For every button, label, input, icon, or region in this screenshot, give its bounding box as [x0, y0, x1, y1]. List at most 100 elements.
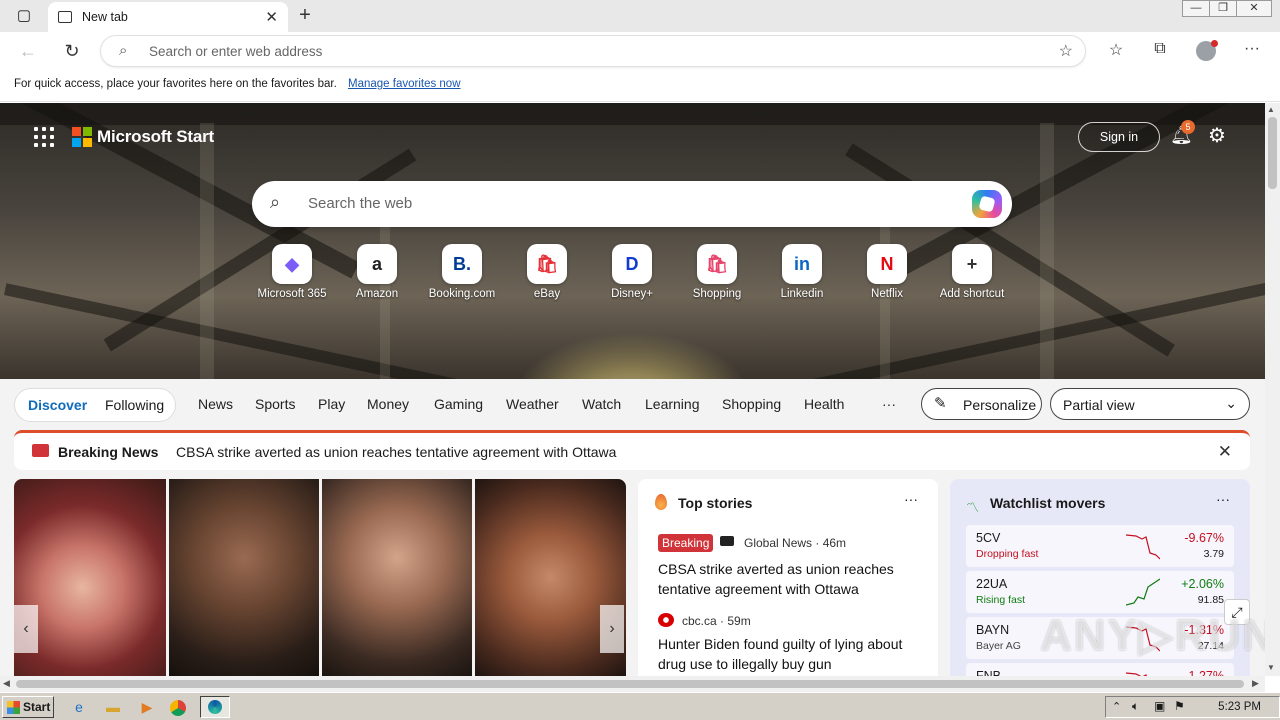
watermark-logo: ANY▷RUN [1040, 611, 1277, 660]
ie-icon[interactable]: e [68, 697, 90, 717]
shortcut-8[interactable]: + Add shortcut [934, 244, 1010, 300]
shortcut-label: Amazon [355, 288, 399, 300]
manage-favorites-link[interactable]: Manage favorites now [348, 78, 461, 90]
nav-item-play[interactable]: Play [318, 396, 345, 412]
carousel-prev-button[interactable]: ‹ [14, 605, 38, 653]
minimize-button[interactable]: — [1182, 0, 1210, 17]
tab-following[interactable]: Following [105, 397, 164, 413]
gear-icon[interactable]: ⚙ [1208, 123, 1226, 148]
media-player-icon[interactable]: ▶ [136, 697, 158, 717]
nav-item-learning[interactable]: Learning [645, 396, 700, 412]
shortcut-7[interactable]: N Netflix [849, 244, 925, 300]
shortcut-icon: B. [442, 244, 482, 284]
shortcut-label: Disney+ [611, 288, 653, 300]
scroll-up-icon[interactable]: ▲ [1267, 105, 1275, 114]
watchlist-title: Watchlist movers [990, 495, 1106, 511]
scroll-right-icon[interactable]: ▶ [1252, 678, 1259, 689]
personalize-icon: ✎ [934, 395, 947, 412]
chevron-down-icon: ⌄ [1225, 395, 1237, 411]
more-options-icon[interactable]: ··· [1216, 491, 1230, 507]
top-stories-title: Top stories [678, 495, 753, 511]
hero-carousel[interactable]: ‹ › [14, 479, 626, 676]
stock-row[interactable]: 22UA Rising fast +2.06% 91.85 [966, 571, 1234, 613]
nav-item-sports[interactable]: Sports [255, 396, 295, 412]
favorites-message: For quick access, place your favorites h… [14, 78, 337, 90]
sparkline [1126, 578, 1160, 606]
breaking-news-banner[interactable]: Breaking News CBSA strike averted as uni… [14, 430, 1250, 470]
favorites-icon[interactable]: ☆ [1104, 40, 1128, 62]
scroll-thumb[interactable] [16, 680, 1244, 688]
tab-actions-icon[interactable]: ▢ [10, 6, 38, 26]
brand-title[interactable]: Microsoft Start [97, 127, 214, 147]
app-launcher-icon[interactable] [34, 127, 54, 147]
view-select[interactable]: Partial view ⌄ [1050, 388, 1250, 420]
nav-item-health[interactable]: Health [804, 396, 844, 412]
scroll-down-icon[interactable]: ▼ [1267, 663, 1275, 672]
nav-item-money[interactable]: Money [367, 396, 409, 412]
close-tab-icon[interactable]: ✕ [265, 8, 278, 26]
stock-ticker: 5CV [976, 531, 1001, 545]
fire-icon [655, 494, 667, 510]
start-button[interactable]: Start [2, 696, 54, 718]
windows-logo-icon [7, 701, 20, 714]
stock-subtitle: Bayer AG [976, 640, 1021, 652]
stock-row[interactable]: 5CV Dropping fast -9.67% 3.79 [966, 525, 1234, 567]
stock-price: 91.85 [1197, 594, 1224, 606]
stock-change: -9.67% [1184, 531, 1224, 545]
folder-icon[interactable]: ▬ [102, 697, 124, 717]
restore-button[interactable]: ❐ [1209, 0, 1237, 17]
shortcut-3[interactable]: 🛍 eBay [509, 244, 585, 300]
flag-icon[interactable]: ⚑ [1174, 699, 1185, 713]
stock-change: +2.06% [1181, 577, 1224, 591]
tab-new-tab[interactable]: New tab ✕ [48, 2, 288, 32]
nav-item-gaming[interactable]: Gaming [434, 396, 483, 412]
more-categories-button[interactable]: ··· [882, 396, 896, 412]
shortcut-1[interactable]: a Amazon [339, 244, 415, 300]
shortcut-4[interactable]: D Disney+ [594, 244, 670, 300]
add-favorite-icon[interactable]: ☆ [1059, 41, 1073, 61]
more-menu-icon[interactable]: ··· [1240, 40, 1264, 62]
shortcut-icon: + [952, 244, 992, 284]
story-headline[interactable]: Hunter Biden found guilty of lying about… [658, 634, 928, 674]
refresh-button[interactable]: ↻ [60, 40, 84, 64]
breaking-news-headline[interactable]: CBSA strike averted as union reaches ten… [176, 444, 616, 460]
stock-ticker: 22UA [976, 577, 1008, 591]
chrome-icon[interactable] [170, 700, 186, 716]
horizontal-scrollbar[interactable]: ◀ ▶ [0, 676, 1265, 692]
shortcut-5[interactable]: 🛍 Shopping [679, 244, 755, 300]
shortcut-icon: in [782, 244, 822, 284]
address-bar[interactable]: ⌕ Search or enter web address ☆ [100, 35, 1086, 67]
tab-discover[interactable]: Discover [28, 397, 87, 413]
scroll-left-icon[interactable]: ◀ [3, 678, 10, 689]
shortcut-icon: 🛍 [527, 244, 567, 284]
more-options-icon[interactable]: ··· [904, 491, 918, 507]
shortcut-6[interactable]: in Linkedin [764, 244, 840, 300]
shortcut-label: Linkedin [780, 288, 824, 300]
shortcut-2[interactable]: B. Booking.com [424, 244, 500, 300]
scroll-thumb[interactable] [1268, 117, 1277, 189]
collections-icon[interactable]: ⧉ [1148, 40, 1172, 62]
back-button[interactable]: ← [16, 40, 40, 64]
copilot-icon[interactable] [972, 190, 1002, 218]
web-search-box[interactable]: ⌕ Search the web [252, 181, 1012, 227]
story-headline[interactable]: CBSA strike averted as union reaches ten… [658, 559, 928, 599]
close-window-button[interactable]: ✕ [1236, 0, 1272, 17]
tab-title: New tab [82, 10, 128, 24]
nav-item-watch[interactable]: Watch [582, 396, 621, 412]
network-icon[interactable]: ▣ [1154, 699, 1165, 713]
top-stories-card: Top stories ··· Breaking Global News · 4… [638, 479, 938, 676]
nav-item-shopping[interactable]: Shopping [722, 396, 781, 412]
source-logo-icon [720, 536, 734, 546]
tray-expand-icon[interactable]: ⌃ [1112, 700, 1121, 713]
nav-item-weather[interactable]: Weather [506, 396, 559, 412]
edge-taskbar-button[interactable] [200, 696, 230, 718]
volume-icon[interactable]: 🔈︎ [1132, 699, 1139, 714]
sign-in-button[interactable]: Sign in [1078, 122, 1160, 152]
new-tab-button[interactable]: + [294, 4, 316, 26]
vertical-scrollbar[interactable]: ▲ ▼ [1265, 103, 1280, 676]
personalize-button[interactable]: ✎ Personalize [921, 388, 1042, 420]
nav-item-news[interactable]: News [198, 396, 233, 412]
carousel-next-button[interactable]: › [600, 605, 624, 653]
close-icon[interactable]: ✕ [1218, 442, 1232, 462]
shortcut-0[interactable]: ◆ Microsoft 365 [254, 244, 330, 300]
